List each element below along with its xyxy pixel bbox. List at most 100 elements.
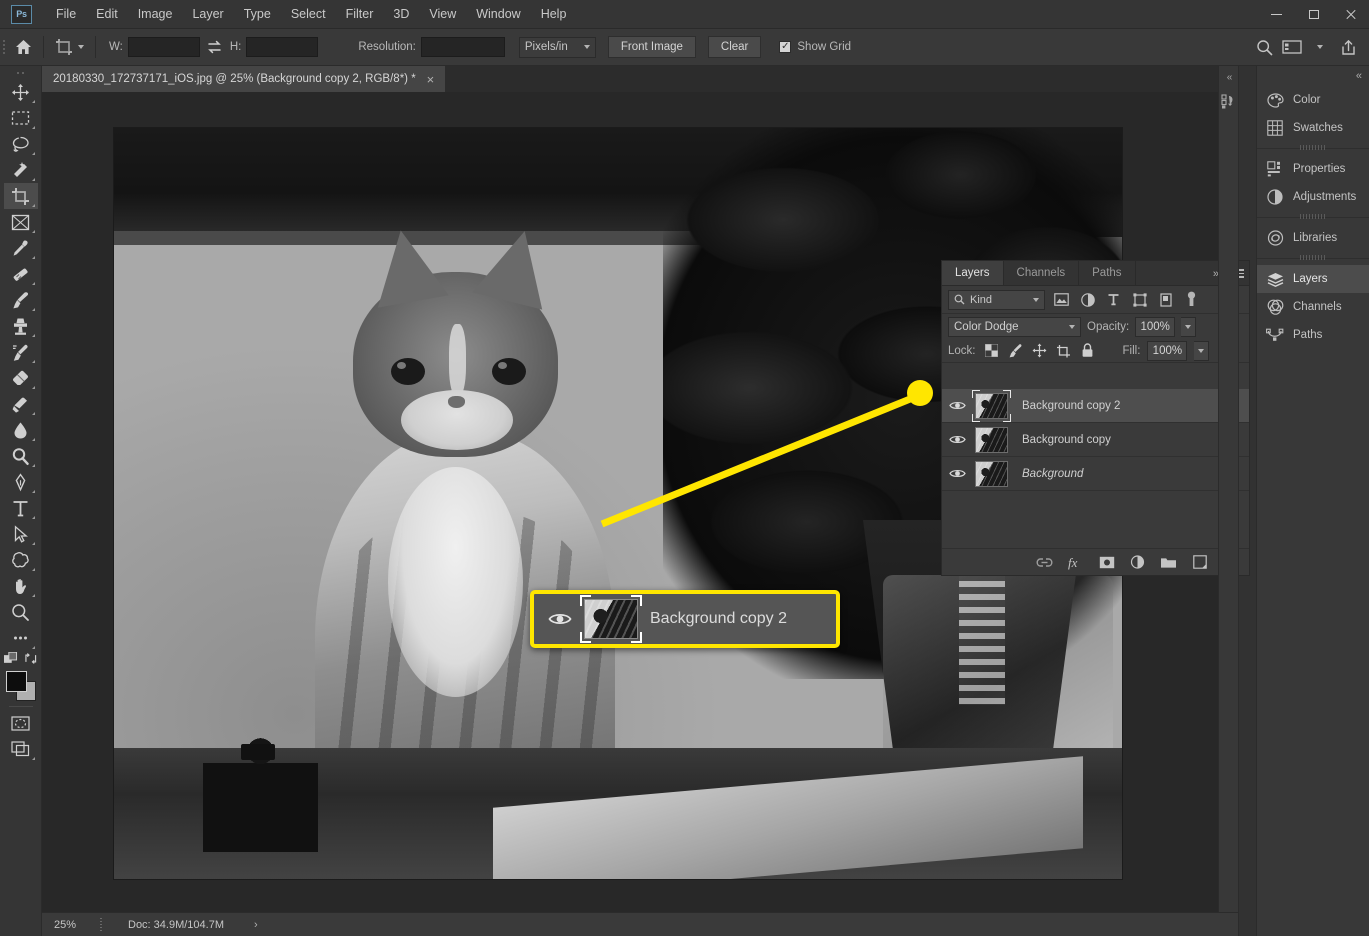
- tool-zoom[interactable]: [4, 599, 38, 625]
- add-layer-mask-button[interactable]: [1097, 553, 1116, 572]
- menu-3d[interactable]: 3D: [383, 3, 419, 25]
- options-bar-grip[interactable]: [0, 29, 8, 66]
- dock-item-properties[interactable]: Properties: [1257, 155, 1369, 183]
- tool-history-brush[interactable]: [4, 339, 38, 365]
- default-colors-icon[interactable]: [3, 651, 18, 665]
- new-layer-button[interactable]: [1190, 553, 1209, 572]
- foreground-color-swatch[interactable]: [5, 671, 27, 692]
- menu-window[interactable]: Window: [466, 3, 530, 25]
- new-adjustment-layer-button[interactable]: [1128, 553, 1147, 572]
- close-button[interactable]: [1332, 0, 1369, 29]
- tool-hand[interactable]: [4, 573, 38, 599]
- layer-visibility-toggle[interactable]: [942, 400, 972, 411]
- filter-adjustment-layers-icon[interactable]: [1078, 290, 1097, 309]
- color-swatches[interactable]: [4, 669, 38, 703]
- menu-type[interactable]: Type: [234, 3, 281, 25]
- dock-item-paths[interactable]: Paths: [1257, 321, 1369, 349]
- eye-icon[interactable]: [548, 611, 572, 627]
- workspace-chevron[interactable]: [1307, 34, 1333, 60]
- lock-artboard-icon[interactable]: [1055, 342, 1072, 359]
- resolution-units-select[interactable]: Pixels/in: [518, 36, 596, 58]
- tab-channels[interactable]: Channels: [1004, 261, 1080, 285]
- share-button[interactable]: [1335, 34, 1361, 60]
- width-input[interactable]: [127, 37, 200, 57]
- tool-move[interactable]: [4, 79, 38, 105]
- tool-path-selection[interactable]: [4, 521, 38, 547]
- tool-clone-stamp[interactable]: [4, 313, 38, 339]
- opacity-value[interactable]: 100%: [1135, 316, 1176, 337]
- tool-rectangular-marquee[interactable]: [4, 105, 38, 131]
- dock-item-libraries[interactable]: Libraries: [1257, 224, 1369, 252]
- tool-pen[interactable]: [4, 469, 38, 495]
- table-row[interactable]: Background copy: [942, 423, 1249, 457]
- screen-mode-toggle[interactable]: [4, 736, 38, 762]
- tool-gradient[interactable]: [4, 391, 38, 417]
- dock-item-swatches[interactable]: Swatches: [1257, 114, 1369, 142]
- table-row[interactable]: Background: [942, 457, 1249, 491]
- tool-eraser[interactable]: [4, 365, 38, 391]
- resolution-input[interactable]: [420, 37, 505, 57]
- menu-edit[interactable]: Edit: [86, 3, 128, 25]
- document-tab-close-icon[interactable]: ×: [425, 73, 437, 86]
- history-panel-button[interactable]: [1219, 88, 1238, 114]
- opacity-stepper[interactable]: [1181, 316, 1197, 337]
- filter-shape-layers-icon[interactable]: [1130, 290, 1149, 309]
- layer-thumbnail[interactable]: [975, 426, 1008, 453]
- swap-dimensions-button[interactable]: [204, 36, 226, 58]
- height-input[interactable]: [246, 37, 319, 57]
- layer-name[interactable]: Background copy 2: [1022, 400, 1249, 412]
- menu-select[interactable]: Select: [281, 3, 336, 25]
- tool-preset-picker[interactable]: [49, 38, 90, 57]
- tool-type[interactable]: [4, 495, 38, 521]
- document-tab[interactable]: 20180330_172737171_iOS.jpg @ 25% (Backgr…: [42, 66, 447, 92]
- tool-frame[interactable]: [4, 209, 38, 235]
- lock-position-icon[interactable]: [1031, 342, 1048, 359]
- menu-file[interactable]: File: [46, 3, 86, 25]
- filter-pixel-layers-icon[interactable]: [1052, 290, 1071, 309]
- layer-style-button[interactable]: fx: [1066, 553, 1085, 572]
- table-row[interactable]: Background copy 2: [942, 389, 1249, 423]
- tab-layers[interactable]: Layers: [942, 261, 1004, 285]
- layer-filter-kind-select[interactable]: Kind: [948, 289, 1045, 310]
- tool-shape[interactable]: [4, 547, 38, 573]
- minimize-button[interactable]: [1258, 0, 1295, 29]
- dock-item-adjustments[interactable]: Adjustments: [1257, 183, 1369, 211]
- filter-type-layers-icon[interactable]: [1104, 290, 1123, 309]
- tools-panel-grip[interactable]: [0, 66, 42, 79]
- collapse-secondary-dock-icon[interactable]: «: [1219, 66, 1238, 88]
- workspace-switcher-button[interactable]: [1279, 34, 1305, 60]
- fill-value[interactable]: 100%: [1147, 340, 1188, 361]
- layer-visibility-toggle[interactable]: [942, 468, 972, 479]
- front-image-button[interactable]: Front Image: [607, 36, 696, 58]
- menu-filter[interactable]: Filter: [336, 3, 384, 25]
- status-bar-expand-icon[interactable]: ›: [254, 919, 258, 931]
- expand-dock-icon[interactable]: «: [1356, 70, 1362, 82]
- layer-name[interactable]: Background copy: [1022, 434, 1249, 446]
- tool-magic-wand[interactable]: [4, 157, 38, 183]
- show-grid-checkbox[interactable]: ✓ Show Grid: [779, 41, 851, 53]
- tool-edit-toolbar[interactable]: [4, 625, 38, 651]
- tool-brush[interactable]: [4, 287, 38, 313]
- search-button[interactable]: [1251, 34, 1277, 60]
- menu-view[interactable]: View: [419, 3, 466, 25]
- menu-image[interactable]: Image: [128, 3, 183, 25]
- swap-colors-icon[interactable]: [24, 652, 38, 665]
- link-layers-button[interactable]: [1035, 553, 1054, 572]
- quick-mask-toggle[interactable]: [4, 710, 38, 736]
- collapse-panel-icon[interactable]: »: [1213, 268, 1219, 280]
- fill-stepper[interactable]: [1194, 340, 1210, 361]
- tool-crop[interactable]: [3, 183, 38, 209]
- layer-thumbnail[interactable]: [975, 460, 1008, 487]
- blend-mode-select[interactable]: Color Dodge: [948, 316, 1081, 337]
- filter-toggle-icon[interactable]: [1182, 290, 1201, 309]
- home-button[interactable]: [8, 29, 38, 66]
- tool-eyedropper[interactable]: [4, 235, 38, 261]
- dock-item-color[interactable]: Color: [1257, 86, 1369, 114]
- tool-dodge[interactable]: [4, 443, 38, 469]
- layer-name[interactable]: Background: [1022, 468, 1225, 480]
- menu-layer[interactable]: Layer: [182, 3, 233, 25]
- tool-lasso[interactable]: [4, 131, 38, 157]
- lock-all-icon[interactable]: [1079, 342, 1096, 359]
- lock-transparent-pixels-icon[interactable]: [983, 342, 1000, 359]
- layer-visibility-toggle[interactable]: [942, 434, 972, 445]
